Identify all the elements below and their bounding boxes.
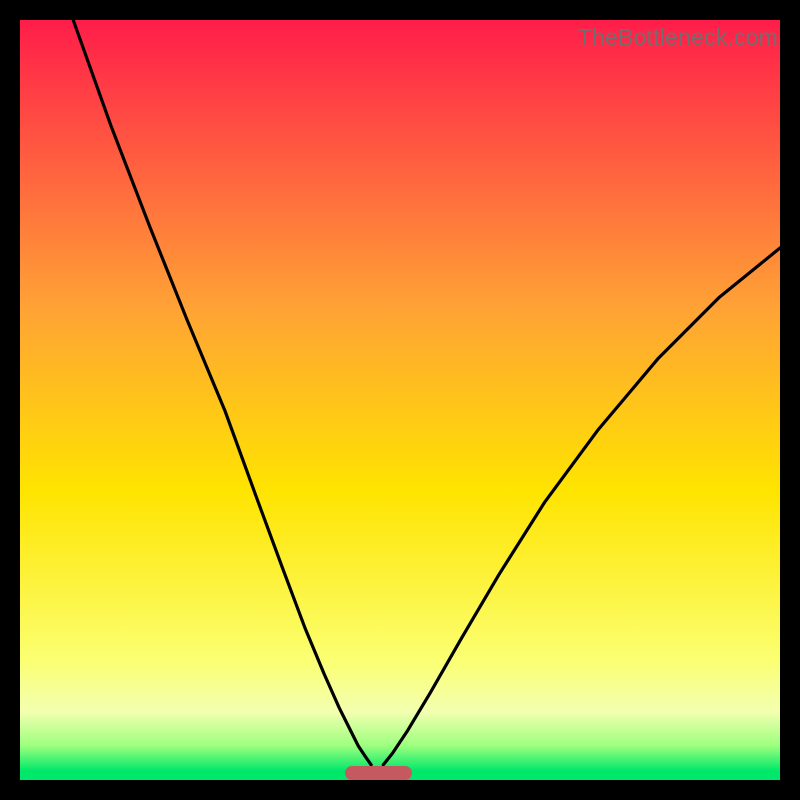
bottleneck-marker — [345, 766, 412, 780]
watermark-text: TheBottleneck.com — [578, 24, 778, 51]
plot-frame — [20, 20, 780, 780]
background-gradient — [20, 20, 780, 780]
